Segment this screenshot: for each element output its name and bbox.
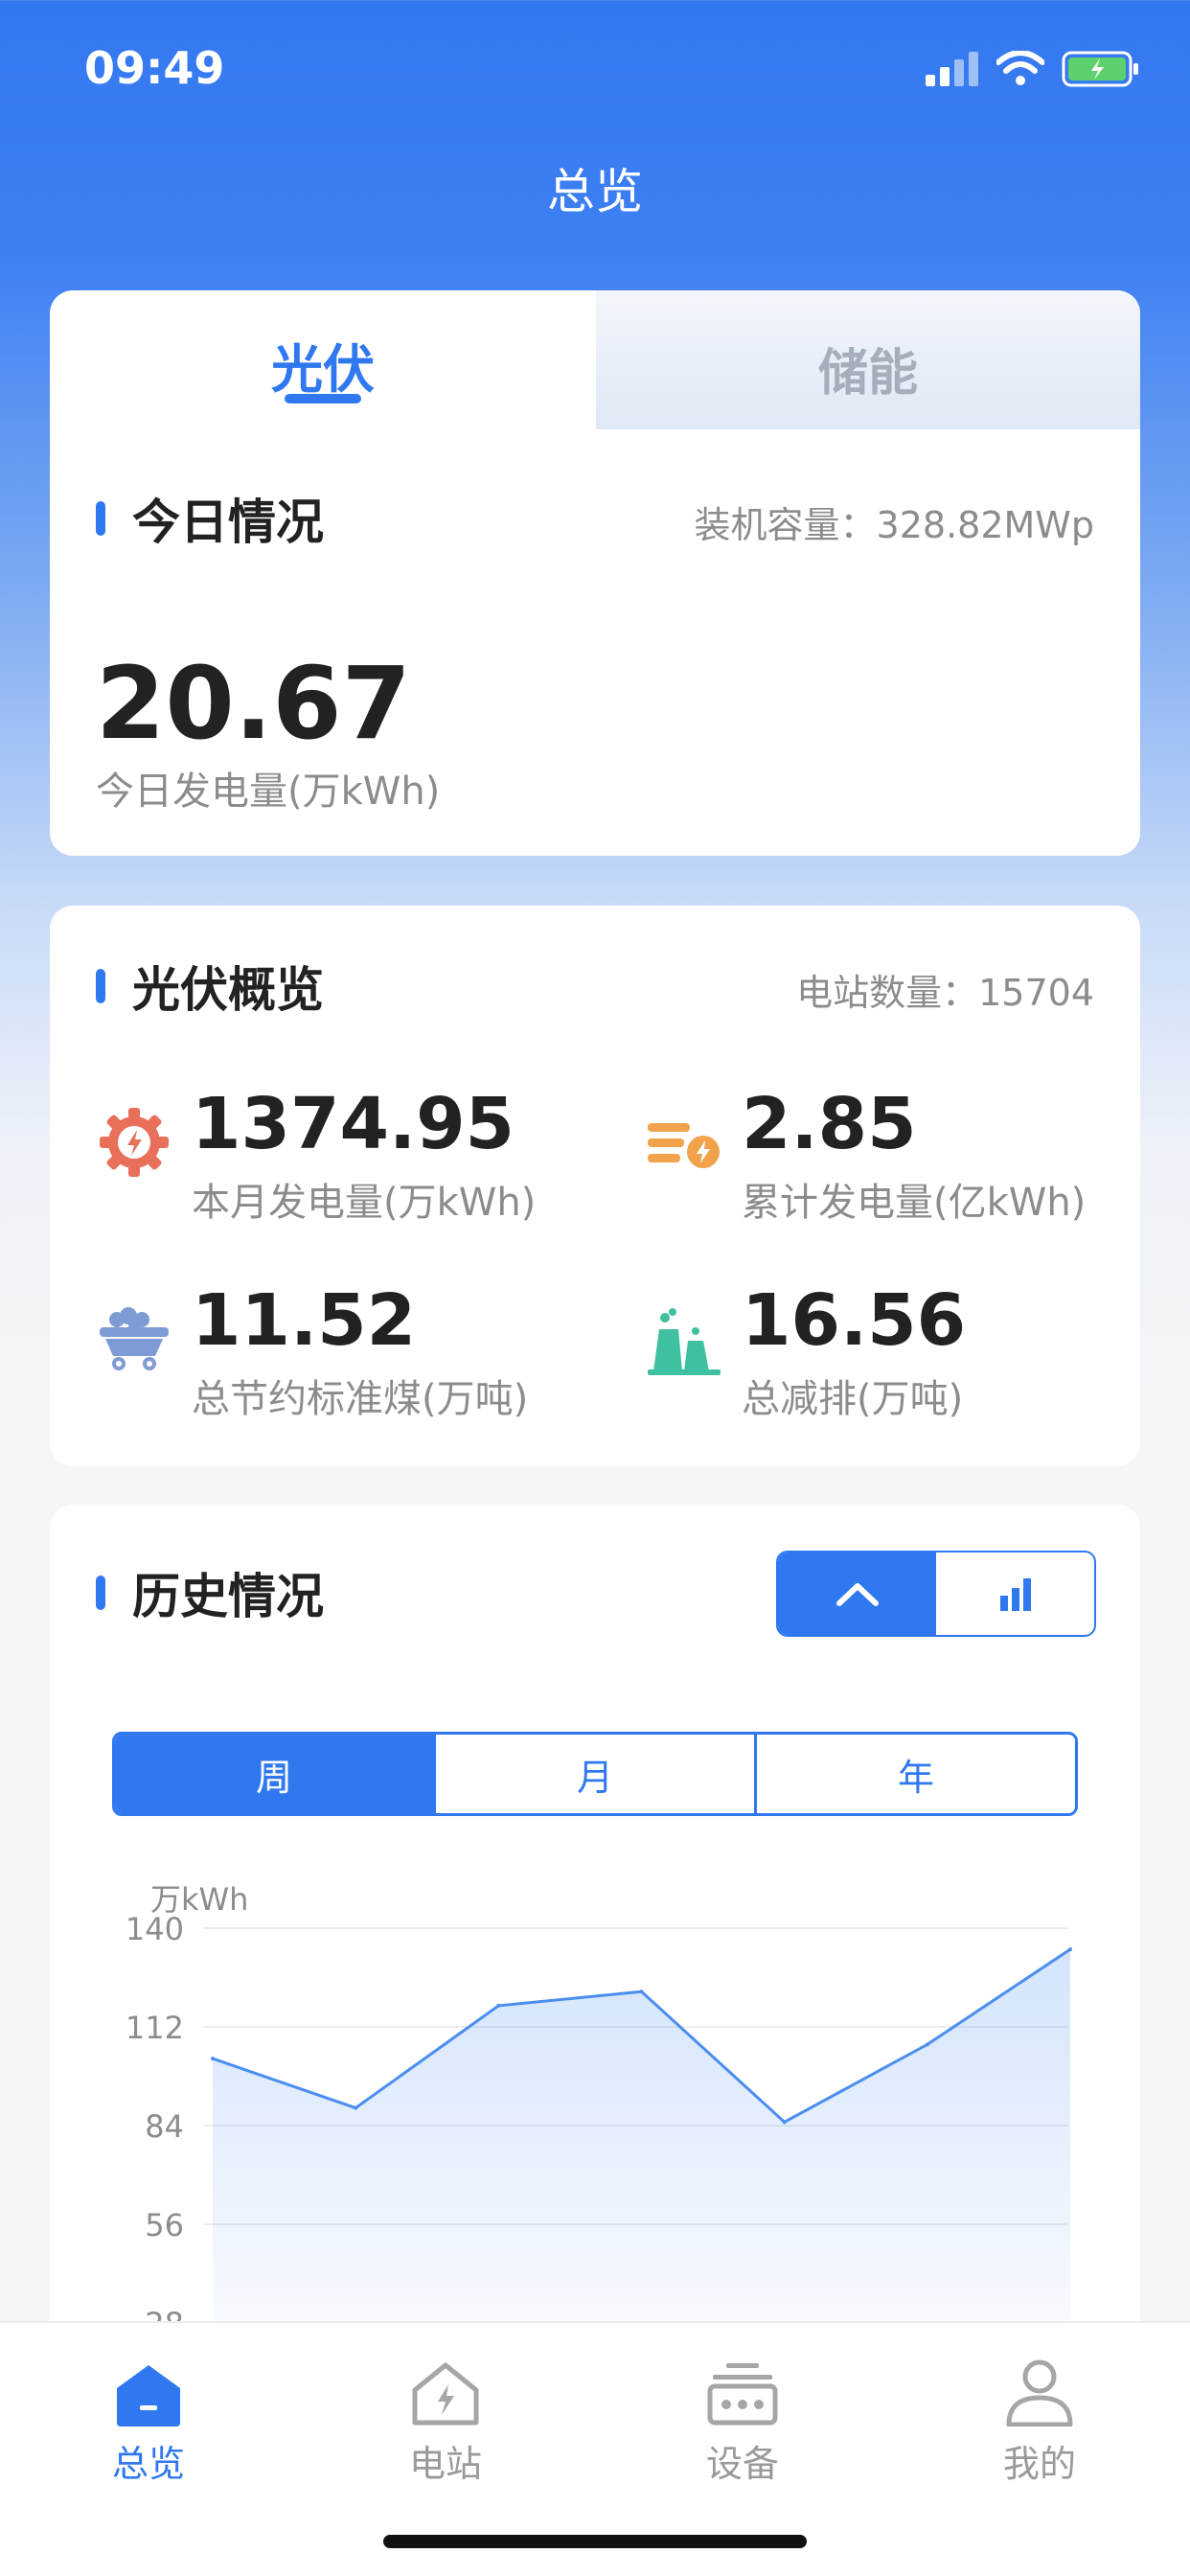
tabbar-item-station[interactable]: 电站	[350, 2350, 541, 2487]
chart-y-tick: 56	[145, 2207, 184, 2243]
device-icon	[707, 2363, 778, 2426]
tab-storage[interactable]: 储能	[596, 290, 1140, 429]
period-selector: 周 月 年	[112, 1732, 1078, 1816]
signal-icon	[926, 52, 978, 86]
chart-y-tick: 112	[126, 2010, 184, 2046]
capacity-info: 装机容量：328.82MWp	[695, 495, 1094, 548]
tab-pv-label: 光伏	[271, 339, 375, 400]
tab-label: 电站	[408, 2443, 482, 2485]
chart-y-tick: 140	[126, 1911, 184, 1947]
chart-data-point	[782, 2120, 787, 2125]
coal-cart-icon	[100, 1307, 169, 1370]
overview-header: 光伏概览	[96, 957, 324, 1018]
tabbar-item-profile[interactable]: 我的	[944, 2350, 1135, 2487]
capacity-value: 328.82MWp	[876, 504, 1094, 546]
section-marker	[96, 1576, 105, 1610]
page-title: 总览	[547, 164, 643, 219]
chart-type-toggle	[776, 1551, 1096, 1637]
stat-label: 累计发电量(亿kWh)	[742, 1181, 1087, 1225]
station-count-info: 电站数量：15704	[796, 963, 1094, 1016]
tab-label: 我的	[1002, 2443, 1076, 2485]
history-title: 历史情况	[132, 1569, 324, 1624]
home-indicator	[383, 2535, 807, 2548]
stat-label: 总减排(万吨)	[742, 1377, 964, 1421]
history-chart: 140112845628	[126, 1911, 1072, 2329]
chart-data-point	[1068, 1947, 1072, 1952]
tabbar-item-overview[interactable]: 总览	[53, 2350, 244, 2487]
line-chart-toggle[interactable]	[778, 1552, 936, 1635]
tab-storage-label: 储能	[817, 345, 918, 402]
period-year[interactable]: 年	[754, 1735, 1075, 1813]
stat-label: 本月发电量(万kWh)	[192, 1181, 537, 1225]
stat-value: 2.85	[742, 1083, 917, 1165]
profile-icon	[1006, 2359, 1073, 2426]
chart-data-point	[211, 2057, 215, 2061]
chart-y-tick: 84	[145, 2108, 184, 2145]
battery-charging-icon	[1062, 51, 1138, 87]
tab-label: 总览	[111, 2443, 185, 2485]
stat-value: 1374.95	[192, 1083, 515, 1165]
chevron-up-icon	[835, 1583, 879, 1606]
chart-data-point	[496, 2003, 501, 2008]
station-house-icon	[412, 2362, 479, 2426]
today-title: 今日情况	[132, 494, 324, 550]
bar-chart-icon	[999, 1578, 1031, 1611]
tabbar-item-device[interactable]: 设备	[647, 2350, 838, 2487]
chart-data-point	[639, 1990, 644, 1994]
period-week[interactable]: 周	[115, 1735, 433, 1813]
period-month[interactable]: 月	[433, 1735, 754, 1813]
tab-active-indicator	[285, 394, 361, 403]
station-count-value: 15704	[978, 972, 1094, 1014]
section-marker	[96, 501, 105, 536]
tab-pv[interactable]: 光伏	[50, 290, 596, 429]
station-count-label: 电站数量：	[796, 972, 979, 1014]
status-bar: 09:49	[0, 0, 1190, 144]
chart-data-point	[925, 2042, 929, 2047]
today-header: 今日情况	[96, 490, 324, 550]
gear-lightning-icon	[100, 1108, 169, 1177]
stat-value: 11.52	[192, 1279, 417, 1362]
today-generation-label: 今日发电量(万kWh)	[96, 770, 441, 814]
wifi-icon	[996, 51, 1044, 85]
today-generation-value: 20.67	[96, 645, 411, 762]
capacity-label: 装机容量：	[694, 504, 877, 546]
tab-label: 设备	[705, 2443, 779, 2485]
factory-chimney-icon	[648, 1308, 721, 1375]
chart-data-point	[354, 2105, 358, 2110]
history-header: 历史情况	[96, 1564, 324, 1624]
status-time: 09:49	[84, 42, 225, 94]
bar-chart-toggle[interactable]	[936, 1552, 1094, 1635]
pv-overview-card: 光伏概览 电站数量：15704 1374.95 本月发电量(万kWh) 2.85…	[50, 906, 1140, 1466]
overview-title: 光伏概览	[132, 962, 324, 1018]
home-dashboard-icon	[117, 2365, 180, 2426]
stat-label: 总节约标准煤(万吨)	[192, 1377, 529, 1421]
chart-area-fill	[213, 1949, 1070, 2329]
energy-stack-icon	[648, 1123, 720, 1168]
stat-value: 16.56	[742, 1279, 967, 1362]
section-marker	[96, 969, 105, 1003]
today-card: 光伏 储能 今日情况 装机容量：328.82MWp 20.67 今日发电量(万k…	[50, 290, 1140, 856]
status-icons	[926, 50, 1140, 88]
